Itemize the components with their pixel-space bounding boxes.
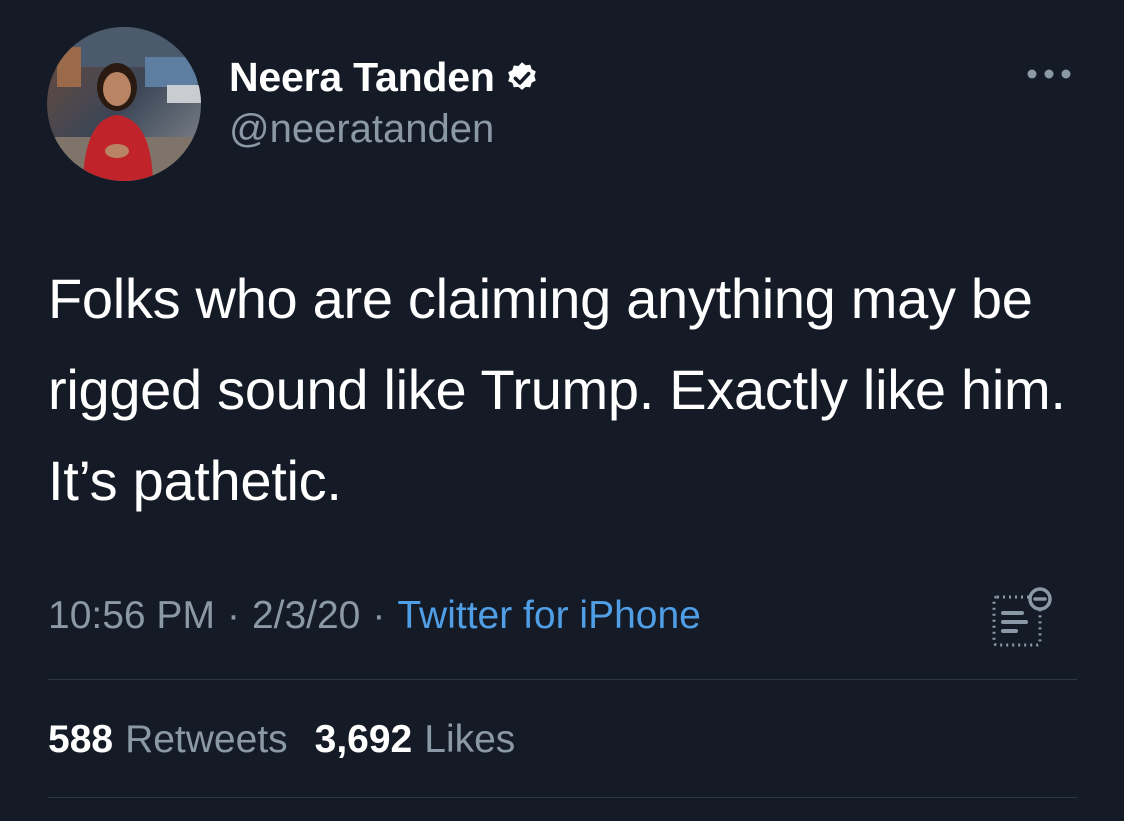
profile-photo-icon xyxy=(47,27,201,181)
author-display-name[interactable]: Neera Tanden xyxy=(229,54,495,101)
retweets-stat[interactable]: 588 Retweets xyxy=(48,718,288,762)
tweet-time: 10:56 PM xyxy=(48,594,215,637)
likes-label: Likes xyxy=(424,718,516,761)
verified-badge-icon xyxy=(507,62,536,90)
likes-count: 3,692 xyxy=(314,718,413,761)
likes-stat[interactable]: 3,692 Likes xyxy=(315,718,516,762)
author-handle[interactable]: @neeratanden xyxy=(229,107,494,152)
tweet-detail: Neera Tanden @neeratanden Folks who are … xyxy=(0,0,1124,821)
avatar[interactable] xyxy=(47,27,201,181)
divider xyxy=(48,679,1077,680)
tweet-stats: 588 Retweets 3,692 Likes xyxy=(48,712,542,768)
more-options-icon[interactable] xyxy=(1024,62,1074,86)
retweets-count: 588 xyxy=(48,718,114,761)
author-name-row[interactable]: Neera Tanden xyxy=(229,52,540,102)
meta-separator: · xyxy=(372,594,386,637)
tweet-source-link[interactable]: Twitter for iPhone xyxy=(397,594,700,638)
tweet-meta: 10:56 PM · 2/3/20 · Twitter for iPhone xyxy=(48,588,701,644)
tweet-text: Folks who are claiming anything may be r… xyxy=(48,267,1066,512)
tweet-analytics-icon[interactable] xyxy=(986,583,1056,653)
tweet-date: 2/3/20 xyxy=(251,594,361,637)
meta-separator: · xyxy=(226,594,240,637)
retweets-label: Retweets xyxy=(125,718,288,761)
divider xyxy=(48,797,1077,798)
